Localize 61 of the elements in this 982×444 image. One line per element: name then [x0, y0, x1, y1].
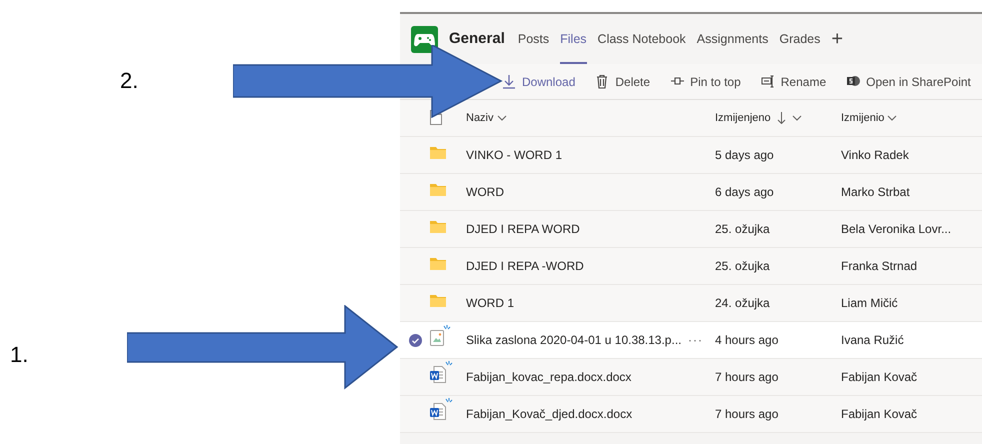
- channel-title: General: [449, 28, 505, 49]
- file-name: DJED I REPA WORD: [466, 221, 580, 238]
- file-name: Fabijan_Kovač_djed.docx.docx: [466, 406, 632, 423]
- pin-button[interactable]: Pin to top: [670, 72, 741, 90]
- modified-date: 25. ožujka: [715, 222, 770, 236]
- file-name: DJED I REPA -WORD: [466, 258, 584, 275]
- file-name: WORD 1: [466, 295, 514, 312]
- column-header[interactable]: Izmijenio: [841, 110, 898, 126]
- file-name: VINKO - WORD 1: [466, 147, 562, 164]
- check-circle-icon: [408, 334, 422, 346]
- modified-by: Bela Veronika Lovr...: [841, 222, 952, 236]
- modified-by: Fabijan Kovač: [841, 370, 918, 384]
- modified-by: Vinko Radek: [841, 148, 909, 162]
- modified-date: 7 hours ago: [715, 370, 778, 384]
- image-file-icon: [430, 330, 444, 346]
- tab[interactable]: Posts: [518, 14, 550, 64]
- folder-icon: [430, 146, 446, 159]
- gamepad-icon: [414, 32, 435, 46]
- word-file-icon: [430, 366, 446, 383]
- modified-by: Fabijan Kovač: [841, 407, 918, 421]
- file-name: Fabijan_kovac_repa.docx.docx: [466, 369, 632, 386]
- word-file-icon: [430, 403, 446, 420]
- selected-row[interactable]: Slika zaslona 2020-04-01 u 10.38.13.p... ··· 4 hours ago Ivana Ružić: [400, 322, 982, 359]
- modified-date: 6 days ago: [715, 185, 774, 199]
- modified-by: Ivana Ružić: [841, 333, 904, 347]
- modified-date: 24. ožujka: [715, 296, 770, 310]
- column-header[interactable]: Naziv: [466, 110, 507, 126]
- column-header[interactable]: Izmijenjeno: [715, 110, 802, 126]
- add-tab-button[interactable]: +: [831, 29, 844, 49]
- file-row[interactable]: Fabijan_Kovač_djed.docx.docx 7 hours ago Fabijan Kovač: [400, 396, 982, 433]
- annotation-number: 1.: [10, 344, 28, 366]
- rename-icon: [760, 74, 775, 89]
- sharepoint-icon: [846, 74, 860, 89]
- download-button[interactable]: Download: [502, 72, 576, 90]
- folder-icon: [430, 294, 446, 307]
- file-row[interactable]: Fabijan_kovac_repa.docx.docx 7 hours ago Fabijan Kovač: [400, 359, 982, 396]
- folder-icon: [430, 257, 446, 270]
- folder-icon: [430, 183, 446, 196]
- modified-date: 5 days ago: [715, 148, 774, 162]
- modified-by: Marko Strbat: [841, 185, 910, 199]
- file-name: WORD: [466, 184, 504, 201]
- trash-icon: [595, 74, 610, 89]
- chevron-down-icon: [496, 114, 507, 122]
- more-options-button[interactable]: ···: [688, 331, 703, 349]
- chevron-down-icon: [887, 114, 898, 122]
- delete-button[interactable]: Delete: [595, 72, 650, 90]
- file-name: Slika zaslona 2020-04-01 u 10.38.13.p...: [466, 332, 682, 349]
- rename-button[interactable]: Rename: [760, 72, 826, 90]
- modified-date: 7 hours ago: [715, 407, 778, 421]
- annotation-number: 2.: [120, 70, 138, 92]
- sharepoint-button[interactable]: Open in SharePoint: [846, 72, 971, 90]
- tab[interactable]: Class Notebook: [598, 14, 686, 64]
- tab[interactable]: Grades: [779, 14, 820, 64]
- modified-date: 25. ožujka: [715, 259, 770, 273]
- modified-date: 4 hours ago: [715, 333, 778, 347]
- tab[interactable]: Assignments: [696, 14, 768, 64]
- download-icon: [502, 74, 516, 89]
- chevron-down-icon: [792, 114, 802, 122]
- folder-icon: [430, 220, 446, 233]
- modified-by: Liam Mičić: [841, 296, 898, 310]
- modified-by: Franka Strnad: [841, 259, 918, 273]
